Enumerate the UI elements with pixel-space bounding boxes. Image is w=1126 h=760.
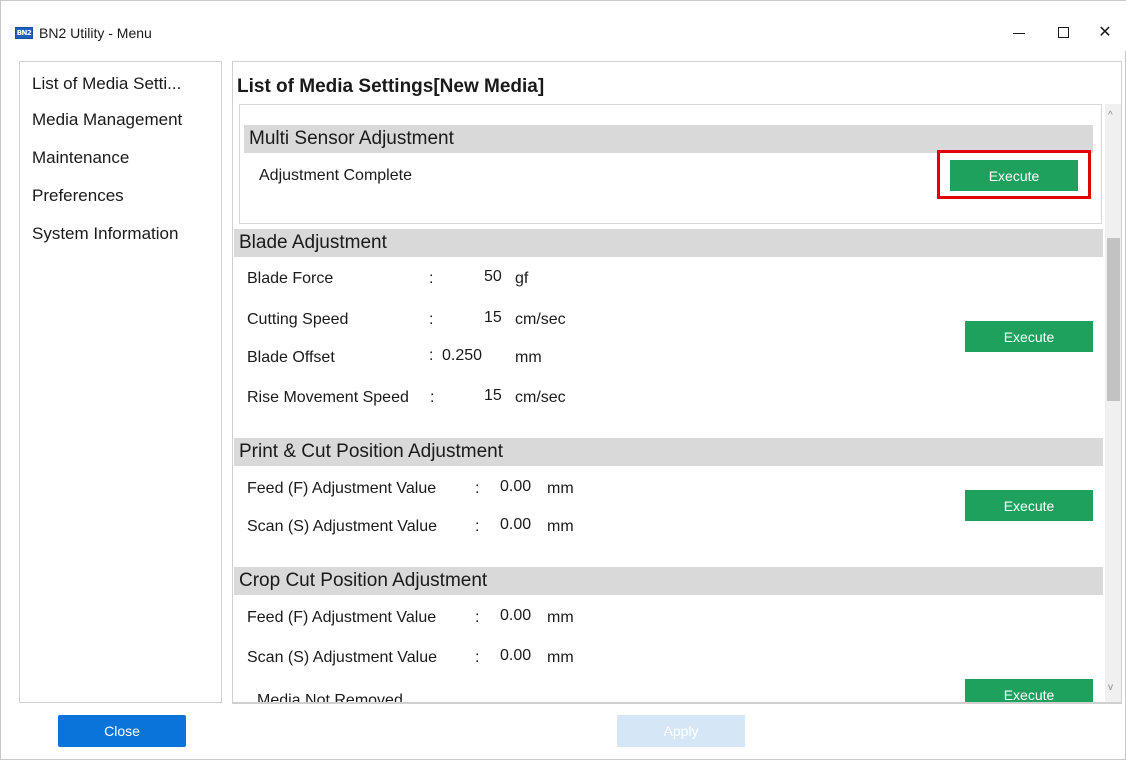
blade-offset-label: Blade Offset <box>247 349 335 366</box>
blade-force-colon: : <box>429 270 434 287</box>
vertical-scrollbar[interactable]: ^ v <box>1105 104 1121 702</box>
media-settings-panel: List of Media Settings[New Media] Multi … <box>232 61 1122 703</box>
print-cut-scan-label: Scan (S) Adjustment Value <box>247 518 438 535</box>
blade-adjustment-header: Blade Adjustment <box>234 229 1103 257</box>
scroll-thumb[interactable] <box>1107 238 1120 401</box>
multi-sensor-header: Multi Sensor Adjustment <box>244 125 1093 153</box>
scroll-down-icon[interactable]: v <box>1108 682 1113 693</box>
maximize-button[interactable] <box>1041 15 1085 49</box>
print-cut-feed-value: 0.00 <box>500 478 532 495</box>
blade-execute-button[interactable]: Execute <box>965 321 1093 352</box>
sidebar-item-system-information[interactable]: System Information <box>32 224 178 244</box>
crop-cut-scan-colon: : <box>475 649 480 666</box>
crop-cut-execute-button[interactable]: Execute <box>965 679 1093 702</box>
crop-cut-header: Crop Cut Position Adjustment <box>234 567 1103 595</box>
rise-movement-speed-value: 15 <box>484 387 502 404</box>
crop-cut-feed-label: Feed (F) Adjustment Value <box>247 609 437 626</box>
blade-force-unit: gf <box>515 270 529 287</box>
title-bar: BN2 BN2 Utility - Menu ✕ <box>1 1 1126 51</box>
blade-force-value: 50 <box>484 268 502 285</box>
crop-cut-feed-colon: : <box>475 609 480 626</box>
crop-cut-scan-unit: mm <box>547 649 574 666</box>
app-window: BN2 BN2 Utility - Menu ✕ List of Media S… <box>0 0 1126 760</box>
crop-cut-scan-value: 0.00 <box>500 647 532 664</box>
sidebar-nav: List of Media Setti... Media Management … <box>19 61 222 703</box>
crop-cut-status: Media Not Removed <box>257 692 403 703</box>
sidebar-item-maintenance[interactable]: Maintenance <box>32 148 129 168</box>
cutting-speed-unit: cm/sec <box>515 311 566 328</box>
close-icon: ✕ <box>1098 24 1112 41</box>
print-cut-feed-colon: : <box>475 480 480 497</box>
blade-offset-colon: : <box>429 347 434 364</box>
cutting-speed-label: Cutting Speed <box>247 311 349 328</box>
print-cut-scan-value: 0.00 <box>500 516 532 533</box>
print-cut-scan-unit: mm <box>547 518 574 535</box>
minimize-button[interactable] <box>997 15 1041 49</box>
rise-movement-speed-unit: cm/sec <box>515 389 566 406</box>
print-cut-header: Print & Cut Position Adjustment <box>234 438 1103 466</box>
cutting-speed-value: 15 <box>484 309 502 326</box>
minimize-icon <box>1013 32 1025 34</box>
maximize-icon <box>1057 26 1069 38</box>
crop-cut-feed-value: 0.00 <box>500 607 532 624</box>
rise-movement-speed-colon: : <box>430 389 435 406</box>
print-cut-feed-label: Feed (F) Adjustment Value <box>247 480 437 497</box>
highlight-box <box>937 150 1091 199</box>
window-title: BN2 Utility - Menu <box>39 25 152 41</box>
print-cut-feed-unit: mm <box>547 480 574 497</box>
sidebar-item-media-management[interactable]: Media Management <box>32 110 182 130</box>
blade-offset-value: 0.250 <box>442 347 483 364</box>
app-logo-icon: BN2 <box>15 27 33 39</box>
blade-force-label: Blade Force <box>247 270 334 287</box>
blade-offset-unit: mm <box>515 349 542 366</box>
sidebar-item-list-of-media-settings[interactable]: List of Media Setti... <box>32 74 181 94</box>
rise-movement-speed-label: Rise Movement Speed <box>247 389 409 406</box>
scroll-up-icon[interactable]: ^ <box>1108 110 1113 121</box>
multi-sensor-status: Adjustment Complete <box>259 167 412 184</box>
apply-button[interactable]: Apply <box>617 715 745 747</box>
window-close-button[interactable]: ✕ <box>1083 15 1126 49</box>
footer-divider <box>232 703 1122 704</box>
crop-cut-scan-label: Scan (S) Adjustment Value <box>247 649 438 666</box>
cutting-speed-colon: : <box>429 311 434 328</box>
print-cut-execute-button[interactable]: Execute <box>965 490 1093 521</box>
print-cut-scan-colon: : <box>475 518 480 535</box>
sidebar-item-preferences[interactable]: Preferences <box>32 186 124 206</box>
page-title: List of Media Settings[New Media] <box>237 76 545 97</box>
crop-cut-feed-unit: mm <box>547 609 574 626</box>
close-button[interactable]: Close <box>58 715 186 747</box>
